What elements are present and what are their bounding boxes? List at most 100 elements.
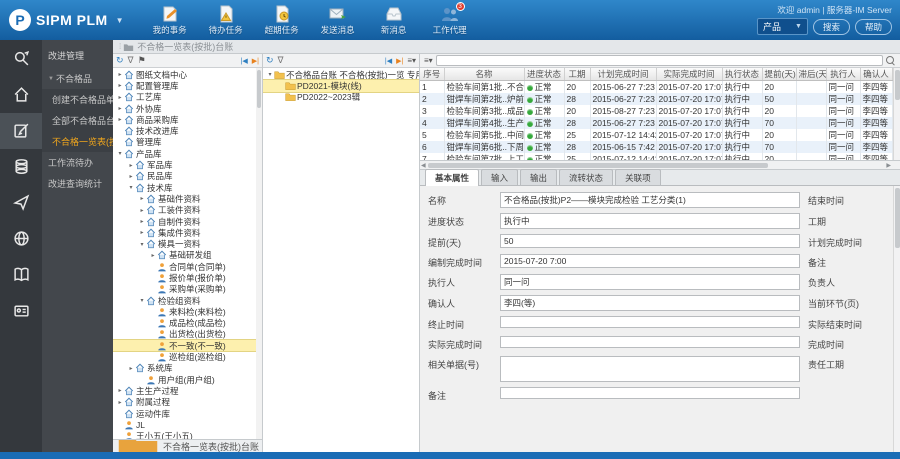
rail-item-send[interactable] (0, 185, 42, 221)
tree-caret-icon[interactable]: ▾ (138, 241, 146, 248)
table-row[interactable]: 4钳焊车间第4批..生产信息单正常282015-06-27 7:232015-0… (420, 117, 900, 129)
toolbar-button-doc-clock[interactable]: 超期任务 (254, 1, 310, 39)
tree-caret-icon[interactable]: ▸ (116, 105, 124, 112)
tree-caret-icon[interactable]: ▾ (266, 71, 274, 78)
org-tree-node[interactable]: 成品检(成品检) (113, 318, 262, 329)
form-tab[interactable]: 基本属性 (425, 169, 479, 186)
column-header[interactable]: 执行状态 (722, 68, 762, 81)
org-tree-scrollbar[interactable] (256, 68, 262, 439)
form-field-value[interactable] (500, 336, 800, 348)
tree-caret-icon[interactable]: ▸ (116, 94, 124, 101)
column-header[interactable]: 进度状态 (524, 68, 564, 81)
rail-item-edit[interactable] (0, 113, 42, 149)
org-tree-node[interactable]: 管理库 (113, 137, 262, 148)
column-header[interactable]: 执行人 (826, 68, 860, 81)
form-field-value[interactable]: 李四(等) (500, 295, 800, 311)
table-row[interactable]: 5检验车间第5批..中间体检验..正常252015-07-12 14:42201… (420, 129, 900, 141)
form-scrollbar[interactable] (893, 186, 900, 452)
form-field-value[interactable] (500, 316, 800, 328)
refresh-icon[interactable]: ↻ (116, 56, 124, 65)
org-tree-node[interactable]: 用户组(用户组) (113, 374, 262, 385)
org-tree-node[interactable]: ▾检验组资料 (113, 295, 262, 306)
nav-first-icon[interactable]: |◀ (385, 57, 392, 65)
org-tree-node[interactable]: ▸集成件资料 (113, 227, 262, 238)
scroll-left-icon[interactable]: ◀ (421, 162, 426, 169)
form-field-value[interactable]: 50 (500, 234, 800, 248)
tree-caret-icon[interactable]: ▸ (138, 229, 146, 236)
org-tree-node[interactable]: ▸民品库 (113, 171, 262, 182)
column-header[interactable]: 计划完成时间 (590, 68, 656, 81)
toolbar-button-mail-send[interactable]: 发送消息 (310, 1, 366, 39)
table-row[interactable]: 3检验车间第3批..成品具体单..正常202015-08-27 7:232015… (420, 105, 900, 117)
org-tree-node[interactable]: 技术改进库 (113, 125, 262, 136)
org-tree-node[interactable]: ▸图纸文档中心 (113, 69, 262, 80)
tree-caret-icon[interactable]: ▸ (116, 82, 124, 89)
sidebar-item[interactable]: 工作流待办 (42, 152, 113, 173)
column-header[interactable]: 提前(天) (762, 68, 796, 81)
column-header[interactable]: 工期 (564, 68, 590, 81)
toolbar-button-doc-warning[interactable]: 待办任务 (198, 1, 254, 39)
form-tab[interactable]: 输出 (520, 169, 557, 185)
help-button[interactable]: 帮助 (855, 19, 892, 35)
org-tree-node[interactable]: ▸外协库 (113, 103, 262, 114)
table-row[interactable]: 7检验车间第7批..上工单检验..正常252015-07-12 14:42201… (420, 153, 900, 161)
folder-tree-node[interactable]: PD2022~2023辑 (263, 92, 419, 103)
form-field-value[interactable]: 执行中 (500, 213, 800, 229)
column-header[interactable]: 名称 (444, 68, 524, 81)
form-field-value[interactable]: 不合格品(按批)P2——模块完成检验 工艺分类(1) (500, 192, 800, 208)
form-field-value[interactable]: 同一问 (500, 274, 800, 290)
logo-area[interactable]: P SIPM PLM ▼ (0, 9, 134, 31)
org-tree-node[interactable]: 合同单(合同单) (113, 261, 262, 272)
nav-last-icon[interactable]: ▶| (396, 57, 403, 65)
org-tree-node[interactable]: ▸主生产过程 (113, 385, 262, 396)
table-row[interactable]: 6钳焊车间第6批..下周排产单正常282015-06-15 7:422015-0… (420, 141, 900, 153)
sidebar-item[interactable]: 全部不合格品台账 (42, 110, 113, 131)
org-tree-node[interactable]: 出货检(出货检) (113, 329, 262, 340)
rail-item-book[interactable] (0, 257, 42, 293)
org-tree-node[interactable]: JL (113, 419, 262, 430)
org-tree-node[interactable]: ▸自制件资料 (113, 216, 262, 227)
tree-caret-icon[interactable]: ▸ (149, 252, 157, 259)
table-row[interactable]: 2钳焊车间第2批..炉前检验单正常282015-06-27 7:232015-0… (420, 93, 900, 105)
tree-caret-icon[interactable]: ▾ (127, 184, 135, 191)
org-tree-node[interactable]: ▸工装件资料 (113, 205, 262, 216)
folder-tree-node[interactable]: PD2021-模块(线) (263, 80, 419, 91)
sidebar-item[interactable]: 不合格一览表(按批)台账 (42, 131, 113, 152)
tree-caret-icon[interactable]: ▸ (138, 195, 146, 202)
form-field-value[interactable] (500, 387, 800, 399)
toolbar-button-doc-edit[interactable]: 我的事务 (142, 1, 198, 39)
form-tab[interactable]: 关联项 (615, 169, 661, 185)
chevron-down-icon[interactable]: ▼ (116, 16, 124, 25)
rail-item-database[interactable] (0, 149, 42, 185)
sidebar-item[interactable]: 创建不合格品单 (42, 89, 113, 110)
table-row[interactable]: 1检验车间第1批..不合格品具..正常202015-06-27 7:232015… (420, 81, 900, 94)
collapsed-panel-bar[interactable]: 不合格一览表(按批)台账 (113, 439, 262, 452)
tree-caret-icon[interactable]: ▸ (116, 116, 124, 123)
filter-icon[interactable]: ∇ (278, 56, 284, 65)
form-field-value[interactable]: 2015-07-20 7:00 (500, 254, 800, 268)
sidebar-item[interactable]: 改进查询统计 (42, 173, 113, 194)
menu-icon[interactable]: ≡▾ (407, 56, 416, 65)
org-tree-node[interactable]: ▾产品库 (113, 148, 262, 159)
tree-caret-icon[interactable]: ▸ (138, 207, 146, 214)
filter-icon[interactable]: ∇ (128, 56, 134, 65)
org-tree-node[interactable]: 来料检(来料检) (113, 306, 262, 317)
org-tree-node[interactable]: 巡检组(巡检组) (113, 351, 262, 362)
org-tree-node[interactable]: ▸系统库 (113, 363, 262, 374)
org-tree-node[interactable]: 王小五(王小五) (113, 431, 262, 440)
rail-item-card[interactable] (0, 293, 42, 329)
tree-caret-icon[interactable]: ▸ (116, 399, 124, 406)
tree-caret-icon[interactable]: ▸ (138, 218, 146, 225)
tree-caret-icon[interactable]: ▾ (116, 150, 124, 157)
flag-icon[interactable]: ⚑ (138, 56, 146, 65)
search-input[interactable] (436, 55, 883, 66)
org-tree-node[interactable]: ▾模具一资料 (113, 238, 262, 249)
org-tree-node[interactable]: ▸商品采购库 (113, 114, 262, 125)
tree-caret-icon[interactable]: ▸ (116, 71, 124, 78)
org-tree-node[interactable]: ▸工艺库 (113, 92, 262, 103)
org-tree-node[interactable]: 不一致(不一致) (113, 340, 262, 351)
org-tree-node[interactable]: ▾技术库 (113, 182, 262, 193)
column-header[interactable]: 序号 (420, 68, 444, 81)
tree-caret-icon[interactable]: ▾ (138, 297, 146, 304)
tree-caret-icon[interactable]: ▸ (116, 387, 124, 394)
